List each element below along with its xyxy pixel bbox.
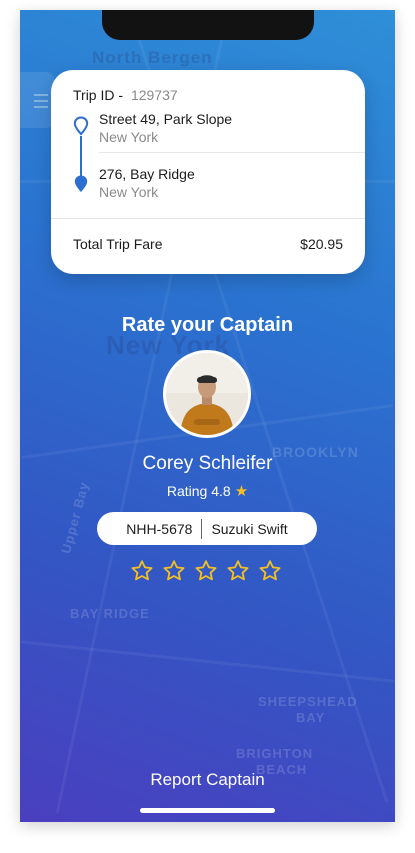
- phone-screen: North Bergen New York BROOKLYN Upper Bay…: [20, 10, 395, 822]
- map-label-sheepshead: SHEEPSHEAD: [258, 694, 358, 709]
- stop-divider: [99, 152, 365, 153]
- dropoff-city: New York: [99, 184, 159, 200]
- map-label-brighton: BRIGHTON: [236, 746, 314, 761]
- fare-value: $20.95: [300, 236, 343, 252]
- rating-star-3-icon[interactable]: [194, 559, 218, 583]
- vehicle-info-pill: NHH-5678 Suzuki Swift: [97, 512, 317, 545]
- captain-name: Corey Schleifer: [142, 453, 273, 474]
- trip-summary-card: Trip ID - 129737 Street 49, Park Slope N…: [51, 70, 365, 274]
- pickup-address: Street 49, Park Slope: [99, 111, 233, 127]
- report-captain-button[interactable]: Report Captain: [20, 770, 395, 790]
- rating-star-2-icon[interactable]: [162, 559, 186, 583]
- rating-stars: [130, 559, 282, 583]
- rating-star-icon: ★: [234, 483, 249, 500]
- rating-text: Rating 4.8: [166, 483, 231, 499]
- rating-star-5-icon[interactable]: [258, 559, 282, 583]
- dropoff-address: 276, Bay Ridge: [99, 166, 195, 182]
- captain-avatar: [163, 350, 251, 438]
- rating-star-1-icon[interactable]: [130, 559, 154, 583]
- trip-id-value: 129737: [130, 87, 178, 103]
- vehicle-divider: [201, 518, 203, 539]
- vehicle-plate: NHH-5678: [126, 520, 193, 537]
- fare-label: Total Trip Fare: [73, 236, 163, 252]
- vehicle-model: Suzuki Swift: [211, 520, 288, 537]
- dropoff-pin-icon: [74, 175, 88, 192]
- captain-rating: Rating 4.8 ★: [20, 482, 395, 500]
- trip-id: Trip ID - 129737: [73, 87, 178, 103]
- dropoff-location: 276, Bay Ridge New York: [99, 165, 195, 201]
- rating-star-4-icon[interactable]: [226, 559, 250, 583]
- menu-tab[interactable]: [20, 72, 54, 128]
- rate-captain-title: Rate your Captain: [121, 314, 294, 336]
- home-indicator[interactable]: [140, 808, 275, 813]
- device-notch: [102, 10, 314, 40]
- fare-divider: [51, 218, 365, 219]
- pickup-pin-icon: [73, 116, 89, 136]
- map-label-bay: BAY: [296, 710, 326, 725]
- map-label-bay-ridge: BAY RIDGE: [70, 606, 150, 621]
- map-label-north-bergen: North Bergen: [92, 48, 213, 67]
- pickup-city: New York: [99, 129, 159, 145]
- captain-photo: [166, 353, 248, 435]
- trip-id-label: Trip ID -: [73, 87, 124, 103]
- route-line: [80, 136, 82, 176]
- pickup-location: Street 49, Park Slope New York: [99, 110, 232, 146]
